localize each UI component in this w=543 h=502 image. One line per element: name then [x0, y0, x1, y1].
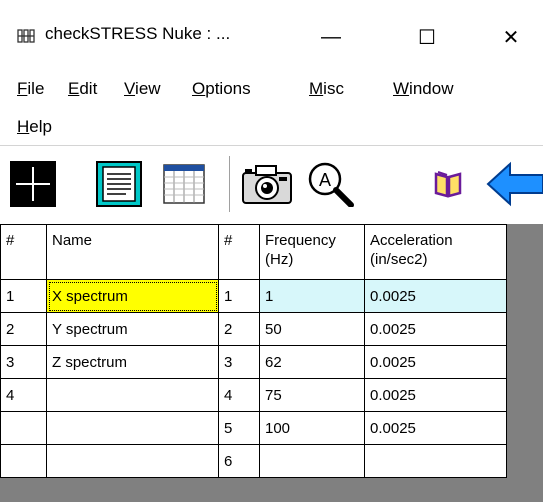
- maximize-button[interactable]: ☐: [398, 14, 456, 60]
- frequency-cell[interactable]: 75: [259, 378, 365, 412]
- row-num-1[interactable]: [0, 444, 47, 478]
- menu-edit[interactable]: Edit: [68, 79, 97, 99]
- header-num-1: #: [0, 224, 47, 280]
- menu-bar: File Edit View Options Misc Window Help: [0, 72, 543, 142]
- header-acceleration: Acceleration (in/sec2): [364, 224, 507, 280]
- book-button[interactable]: [433, 168, 463, 200]
- magnifier-a-icon: A: [308, 162, 354, 208]
- table-row: 5 100 0.0025: [0, 411, 507, 445]
- title-bar: checkSTRESS Nuke : ... — ☐ ✕: [0, 0, 543, 78]
- point-num-cell[interactable]: 3: [218, 345, 260, 379]
- acceleration-cell[interactable]: 0.0025: [364, 345, 507, 379]
- row-num-1[interactable]: 2: [0, 312, 47, 346]
- menu-view[interactable]: View: [124, 79, 161, 99]
- acceleration-cell[interactable]: 0.0025: [364, 378, 507, 412]
- row-num-1[interactable]: [0, 411, 47, 445]
- menu-options[interactable]: Options: [192, 79, 251, 99]
- table-list-button[interactable]: [162, 161, 208, 207]
- frequency-cell[interactable]: 1: [259, 279, 365, 313]
- back-arrow-button[interactable]: [486, 161, 543, 207]
- menu-window[interactable]: Window: [393, 79, 453, 99]
- menu-misc[interactable]: Misc: [309, 79, 344, 99]
- table-row: 6: [0, 444, 507, 478]
- spectrum-name-cell[interactable]: Z spectrum: [46, 345, 219, 379]
- spectrum-name-cell[interactable]: [46, 444, 219, 478]
- spectrum-name-cell[interactable]: [46, 411, 219, 445]
- crosshair-grid-icon: [10, 161, 56, 207]
- acceleration-cell[interactable]: 0.0025: [364, 312, 507, 346]
- acceleration-cell[interactable]: 0.0025: [364, 411, 507, 445]
- table-row: 1 X spectrum 1 1 0.0025: [0, 279, 507, 313]
- window-title: checkSTRESS Nuke : ...: [45, 24, 231, 43]
- table-row: 4 4 75 0.0025: [0, 378, 507, 412]
- svg-text:A: A: [319, 170, 331, 190]
- toolbar-separator: [229, 156, 230, 212]
- point-num-cell[interactable]: 2: [218, 312, 260, 346]
- header-num-2: #: [218, 224, 260, 280]
- header-name: Name: [46, 224, 219, 280]
- menu-help[interactable]: Help: [17, 117, 52, 137]
- row-num-1[interactable]: 1: [0, 279, 47, 313]
- document-text-button[interactable]: [96, 161, 142, 207]
- arrow-left-icon: [486, 161, 543, 207]
- row-num-1[interactable]: 3: [0, 345, 47, 379]
- spectrum-name-cell[interactable]: [46, 378, 219, 412]
- grid-header-row: # Name # Frequency (Hz) Acceleration (in/s…: [0, 224, 507, 280]
- point-num-cell[interactable]: 5: [218, 411, 260, 445]
- spectrum-name-cell[interactable]: Y spectrum: [46, 312, 219, 346]
- point-num-cell[interactable]: 1: [218, 279, 260, 313]
- point-num-cell[interactable]: 6: [218, 444, 260, 478]
- spectrum-grid: # Name # Frequency (Hz) Acceleration (in/s…: [0, 224, 507, 478]
- book-icon: [434, 171, 462, 198]
- acceleration-cell[interactable]: [364, 444, 507, 478]
- zoom-button[interactable]: A: [305, 161, 355, 208]
- table-row: 3 Z spectrum 3 62 0.0025: [0, 345, 507, 379]
- camera-button[interactable]: [241, 161, 293, 207]
- spectrum-name-cell[interactable]: X spectrum: [46, 279, 219, 313]
- app-icon: [17, 29, 35, 43]
- frequency-cell[interactable]: 100: [259, 411, 365, 445]
- frequency-cell[interactable]: [259, 444, 365, 478]
- header-frequency: Frequency (Hz): [259, 224, 365, 280]
- frequency-cell[interactable]: 62: [259, 345, 365, 379]
- point-num-cell[interactable]: 4: [218, 378, 260, 412]
- document-text-icon: [96, 161, 142, 207]
- minimize-button[interactable]: —: [302, 14, 360, 60]
- toolbar: A: [0, 146, 543, 224]
- close-button[interactable]: ✕: [482, 14, 540, 60]
- frequency-cell[interactable]: 50: [259, 312, 365, 346]
- camera-icon: [242, 165, 292, 204]
- table-list-icon: [163, 164, 205, 204]
- menu-file[interactable]: File: [17, 79, 44, 99]
- crosshair-grid-button[interactable]: [10, 161, 56, 207]
- table-row: 2 Y spectrum 2 50 0.0025: [0, 312, 507, 346]
- acceleration-cell[interactable]: 0.0025: [364, 279, 507, 313]
- row-num-1[interactable]: 4: [0, 378, 47, 412]
